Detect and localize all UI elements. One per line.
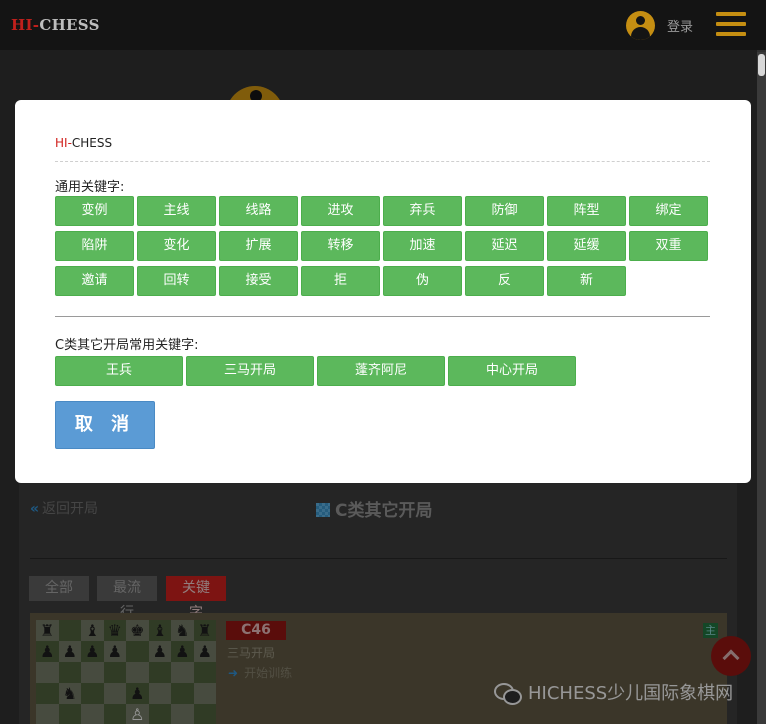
logo-chess: CHESS — [39, 16, 100, 34]
specific-keyword-button[interactable]: 王兵 — [55, 356, 183, 386]
keyword-button[interactable]: 弃兵 — [383, 196, 462, 226]
site-logo[interactable]: HI-CHESS — [11, 16, 100, 34]
keyword-button[interactable]: 反 — [465, 266, 544, 296]
keyword-button[interactable]: 拒 — [301, 266, 380, 296]
keyword-button[interactable]: 延缓 — [547, 231, 626, 261]
logo-hi: HI- — [11, 16, 40, 34]
specific-keyword-button[interactable]: 中心开局 — [448, 356, 576, 386]
specific-keyword-button[interactable]: 蓬齐阿尼 — [317, 356, 445, 386]
top-header: HI-CHESS 登录 — [0, 0, 766, 50]
keyword-button[interactable]: 扩展 — [219, 231, 298, 261]
modal-title-hi: HI- — [55, 136, 72, 150]
general-keywords-grid: 变例 主线 线路 进攻 弃兵 防御 阵型 绑定陷阱 变化 扩展 转移 加速 延迟 延缓 双重邀请 回转 接受拒伪… — [55, 196, 708, 296]
keyword-button[interactable]: 新 — [547, 266, 626, 296]
page-scrollbar[interactable] — [757, 52, 766, 724]
scrollbar-thumb[interactable] — [758, 54, 765, 76]
keyword-button[interactable]: 转移 — [301, 231, 380, 261]
keyword-button[interactable]: 线路 — [219, 196, 298, 226]
keyword-button[interactable]: 双重 — [629, 231, 708, 261]
keyword-button[interactable]: 变例 — [55, 196, 134, 226]
user-icon[interactable] — [626, 11, 655, 40]
specific-keywords-label: C类其它开局常用关键字: — [55, 338, 199, 353]
keyword-modal: HI-CHESS 通用关键字: 变例 主线 线路 进攻 弃兵 防御 阵型 绑定陷阱 变化 扩展 转移… — [15, 100, 751, 483]
modal-title-divider — [55, 161, 710, 162]
hamburger-menu-icon[interactable] — [716, 12, 746, 37]
modal-title-rest: CHESS — [71, 136, 113, 150]
keyword-button[interactable]: 邀请 — [55, 266, 134, 296]
section-divider — [55, 316, 710, 317]
keyword-button[interactable]: 陷阱 — [55, 231, 134, 261]
keyword-button[interactable]: 进攻 — [301, 196, 380, 226]
keyword-button[interactable]: 阵型 — [547, 196, 626, 226]
keyword-button[interactable]: 回转 — [137, 266, 216, 296]
keyword-button[interactable]: 伪 — [383, 266, 462, 296]
keyword-button[interactable]: 主线 — [137, 196, 216, 226]
cancel-button[interactable]: 取 消 — [55, 401, 155, 449]
keyword-button[interactable]: 变化 — [137, 231, 216, 261]
modal-title: HI-CHESS — [55, 136, 112, 150]
general-keywords-label: 通用关键字: — [55, 180, 125, 195]
keyword-button[interactable]: 绑定 — [629, 196, 708, 226]
keyword-button[interactable]: 接受 — [219, 266, 298, 296]
specific-keyword-button[interactable]: 三马开局 — [186, 356, 314, 386]
keyword-button[interactable]: 加速 — [383, 231, 462, 261]
keyword-button[interactable]: 防御 — [465, 196, 544, 226]
keyword-button[interactable]: 延迟 — [465, 231, 544, 261]
specific-keywords-row: 王兵 三马开局 蓬齐阿尼 中心开局 — [55, 356, 576, 386]
login-link[interactable]: 登录 — [667, 16, 693, 35]
